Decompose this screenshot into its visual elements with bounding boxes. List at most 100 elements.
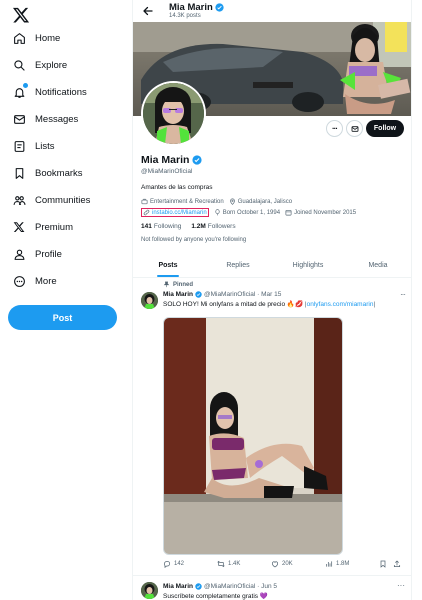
share-button[interactable] [393,560,404,568]
location-pin-icon [229,198,235,205]
link-icon [143,209,150,216]
pinned-tweet[interactable]: Pinned Mia Marin @MiaMarinOficial · Mar … [133,278,411,576]
follow-button[interactable]: Follow [366,120,404,137]
bookmark-button[interactable] [379,560,393,568]
nav-label: Lists [35,140,55,152]
list-icon [12,139,26,153]
person-icon [12,247,26,261]
verified-badge-icon [192,155,203,165]
verified-badge-icon [195,583,202,590]
nav-label: More [35,275,57,287]
tweet-handle-date: @MiaMarinOficial · Jun 5 [203,583,278,590]
bookmark-icon [12,166,26,180]
tweet-link[interactable]: onlyfans.com/miamarin [307,301,374,308]
followers-count: 1.2M [191,223,206,230]
nav-label: Communities [35,194,91,206]
home-icon [12,31,26,45]
nav-item-notifications[interactable]: Notifications [12,82,87,101]
reply-icon [163,560,171,568]
nav-item-bookmarks[interactable]: Bookmarks [12,164,83,182]
tweet-author-name[interactable]: Mia Marin [163,291,193,298]
header-name-text: Mia Marin [169,2,213,13]
profile-bio: Amantes de las compras [141,184,213,191]
views-icon [326,561,333,567]
tab-posts[interactable]: Posts [133,253,203,277]
profile-column: Mia Marin 14.3K posts ··· Follow Mia Mar… [132,0,412,600]
repost-button[interactable]: 1.4K [217,560,271,568]
tab-replies[interactable]: Replies [203,253,273,277]
nav-item-messages[interactable]: Messages [12,110,78,128]
profile-name-text: Mia Marin [141,154,190,166]
profile-link-text[interactable]: instabio.cc/Miamarin [152,210,207,216]
nav-item-explore[interactable]: Explore [12,56,67,74]
location-text: Guadalajara, Jalisco [237,198,293,205]
profile-meta-row-2: instabio.cc/Miamarin Born October 1, 199… [141,208,361,217]
people-icon [12,193,26,207]
tweet[interactable]: Mia Marin @MiaMarinOficial · Jun 5 ··· S… [133,576,411,600]
more-circle-icon [12,274,26,288]
message-button[interactable] [346,120,363,137]
view-count: 1.8M [336,561,350,567]
tweet-divider: | [373,301,376,308]
verified-badge-icon [195,291,202,298]
repost-count: 1.4K [228,561,241,567]
nav-label: Home [35,32,61,44]
following-stat[interactable]: 141 Following [141,223,181,230]
mail-icon [12,112,26,126]
profile-avatar[interactable] [141,81,206,146]
following-count: 141 [141,223,152,230]
scrollbar[interactable] [413,0,422,600]
nav-item-more[interactable]: More [12,272,57,290]
profile-name: Mia Marin [141,154,203,166]
profile-tabs: Posts Replies Highlights Media [133,253,411,278]
avatar[interactable] [141,582,158,599]
followers-stat[interactable]: 1.2M Followers [191,223,235,230]
pinned-label: Pinned [163,281,193,288]
nav-item-lists[interactable]: Lists [12,137,55,155]
mail-icon [351,125,358,132]
birthday-item: Born October 1, 1994 [214,209,280,216]
posts-count: 14.3K posts [169,13,201,19]
tweet-more-icon[interactable]: ··· [400,290,406,299]
back-arrow-icon[interactable] [142,5,154,17]
x-logo-icon[interactable] [12,6,30,24]
follow-stats: 141 Following 1.2M Followers [141,223,246,230]
post-button[interactable]: Post [8,305,117,330]
pin-icon [163,281,170,288]
reply-button[interactable]: 142 [163,560,217,568]
tweet-author-name[interactable]: Mia Marin [163,583,193,590]
nav-item-communities[interactable]: Communities [12,191,90,209]
tweet-header: Mia Marin @MiaMarinOficial · Mar 15 [163,291,281,298]
category-item: Entertainment & Recreation [141,198,224,205]
avatar[interactable] [141,292,158,309]
briefcase-icon [141,198,148,205]
bookmark-icon [380,560,386,568]
profile-meta-row-1: Entertainment & Recreation Guadalajara, … [141,198,297,205]
like-button[interactable]: 20K [271,560,325,568]
tweet-actions: 142 1.4K 20K 1.8M [163,560,407,568]
ellipsis-icon: ··· [332,124,338,133]
views-button[interactable]: 1.8M [325,560,379,568]
nav-label: Explore [35,59,68,71]
like-count: 20K [282,561,293,567]
nav-item-premium[interactable]: Premium [12,218,73,236]
profile-header-bar: Mia Marin 14.3K posts [133,0,411,22]
notification-badge [22,82,29,89]
joined-item: Joined November 2015 [285,209,356,216]
tab-highlights[interactable]: Highlights [273,253,343,277]
calendar-icon [285,210,292,216]
tweet-more-icon[interactable]: ··· [397,581,405,590]
tab-media[interactable]: Media [343,253,411,277]
nav-item-profile[interactable]: Profile [12,245,62,263]
bell-icon [12,82,29,99]
reply-count: 142 [174,561,185,567]
more-options-button[interactable]: ··· [326,120,343,137]
tweet-handle-date: @MiaMarinOficial · Mar 15 [203,291,282,298]
birthday-text: Born October 1, 1994 [222,209,281,216]
tweet-image[interactable] [163,317,343,555]
balloon-icon [215,209,220,216]
profile-link[interactable]: instabio.cc/Miamarin [141,208,209,217]
nav-item-home[interactable]: Home [12,29,60,47]
followed-by-text: Not followed by anyone you're following [141,237,247,243]
header-name: Mia Marin [169,2,224,13]
